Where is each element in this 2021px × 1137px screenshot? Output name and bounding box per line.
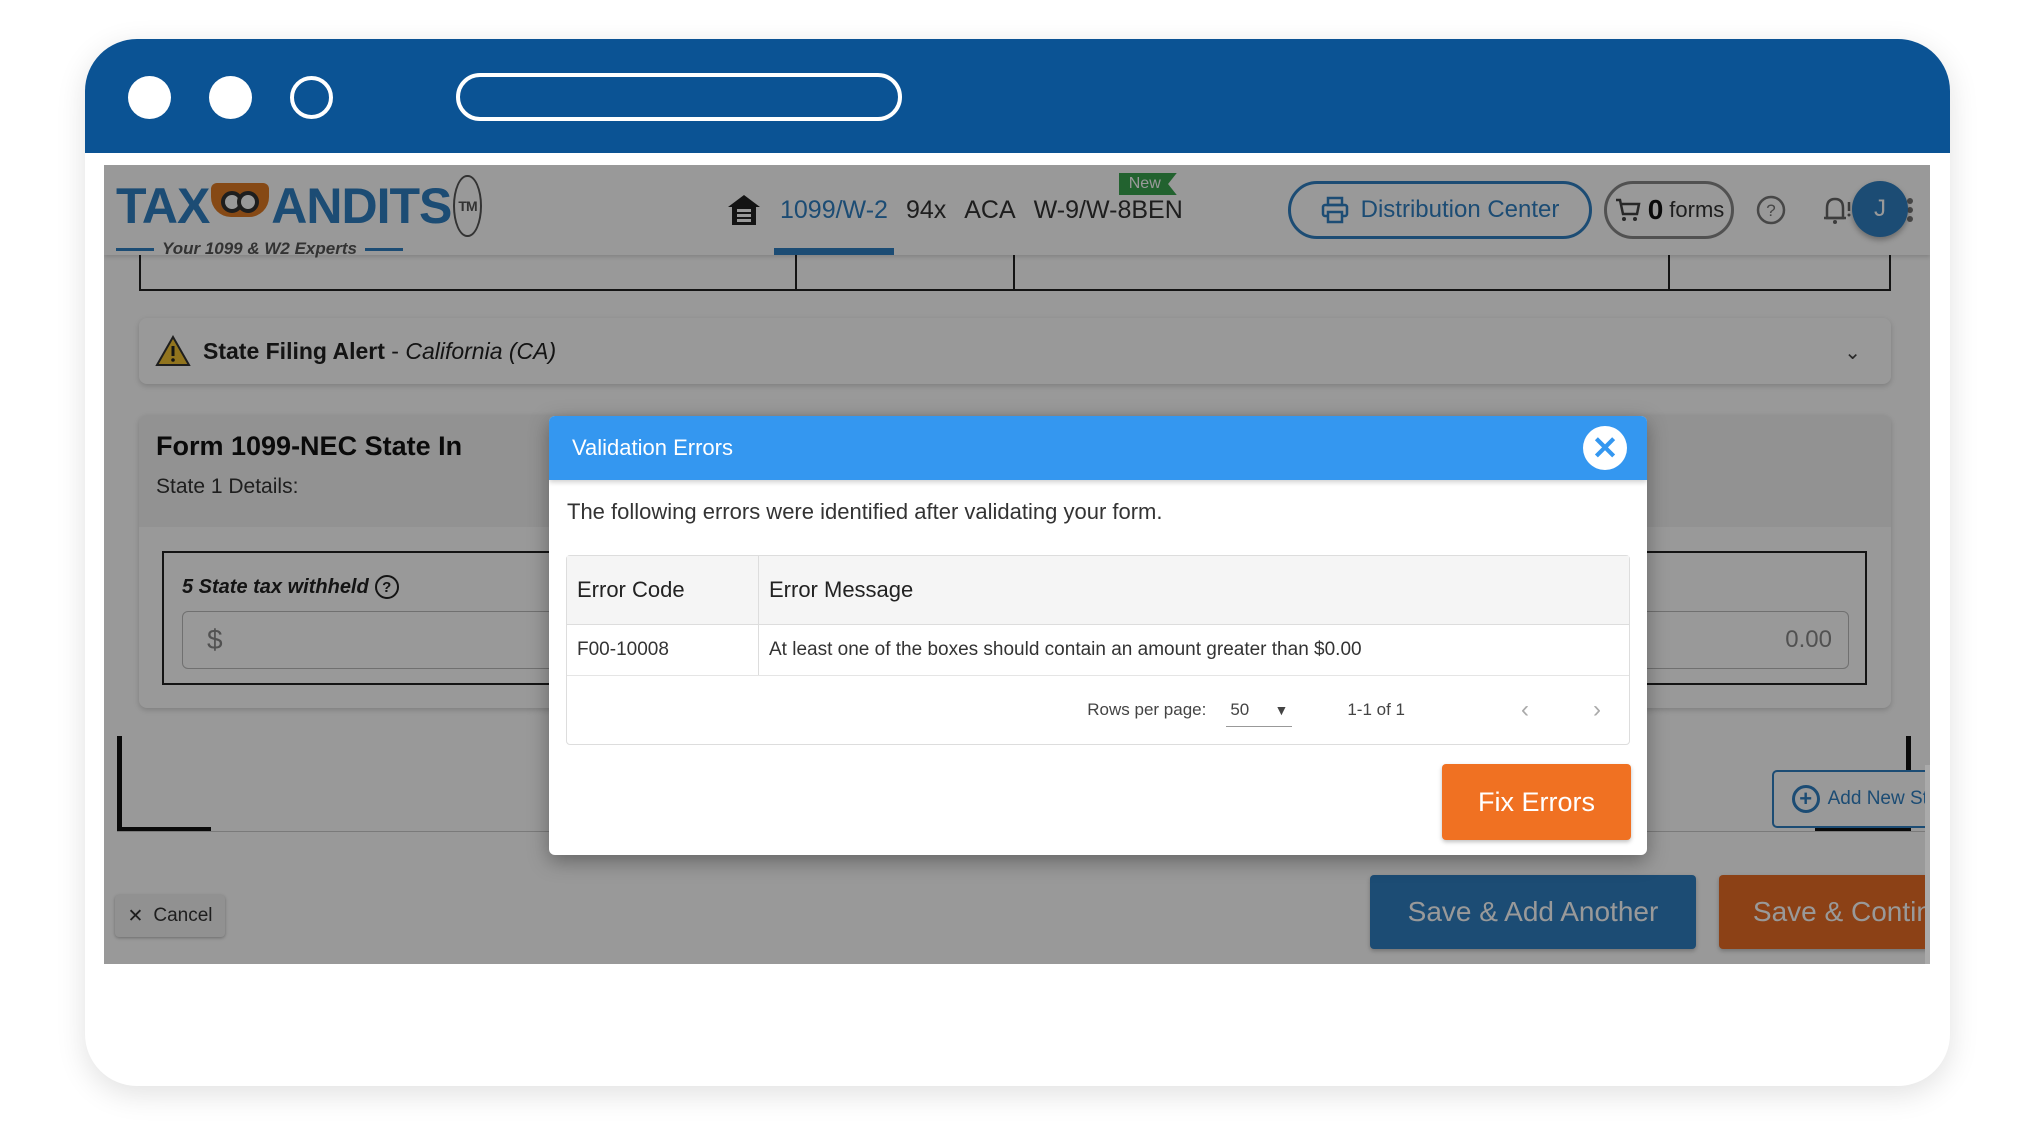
chevron-left-icon[interactable]: ‹ [1513, 696, 1537, 724]
dialog-header: Validation Errors ✕ [549, 416, 1647, 480]
close-icon[interactable]: ✕ [1583, 426, 1627, 470]
dialog-title: Validation Errors [572, 435, 733, 460]
fix-errors-button[interactable]: Fix Errors [1442, 764, 1631, 840]
page-scrollbar[interactable] [1925, 765, 1930, 964]
rows-per-page-value: 50 [1230, 699, 1250, 719]
column-header-error-message[interactable]: Error Message [759, 556, 1629, 624]
caret-down-icon: ▼ [1274, 701, 1289, 718]
error-code-cell: F00-10008 [567, 625, 759, 675]
window-dot-close[interactable] [128, 76, 171, 119]
browser-chrome [85, 39, 1950, 153]
pagination-range: 1-1 of 1 [1347, 700, 1405, 719]
errors-table: Error Code Error Message F00-10008 At le… [566, 555, 1630, 745]
rows-per-page-label: Rows per page: [1087, 700, 1207, 719]
window-dot-minimize[interactable] [209, 76, 252, 119]
browser-window: TAX ANDITS TM Your 1099 & W2 Experts 109… [85, 39, 1950, 1086]
address-bar[interactable] [456, 73, 902, 121]
dialog-description: The following errors were identified aft… [567, 499, 1163, 524]
window-dot-maximize[interactable] [290, 76, 333, 119]
table-row[interactable]: F00-10008 At least one of the boxes shou… [567, 625, 1629, 676]
error-message-cell: At least one of the boxes should contain… [769, 639, 1362, 660]
table-pagination: Rows per page: 50 ▼ 1-1 of 1 ‹ › [567, 676, 1629, 744]
column-header-error-code[interactable]: Error Code [567, 556, 759, 624]
rows-per-page-select[interactable]: 50 ▼ [1226, 693, 1293, 727]
table-header: Error Code Error Message [567, 556, 1629, 625]
chevron-right-icon[interactable]: › [1585, 696, 1609, 724]
validation-errors-dialog: Validation Errors ✕ The following errors… [549, 416, 1647, 855]
app-page: TAX ANDITS TM Your 1099 & W2 Experts 109… [104, 165, 1930, 964]
